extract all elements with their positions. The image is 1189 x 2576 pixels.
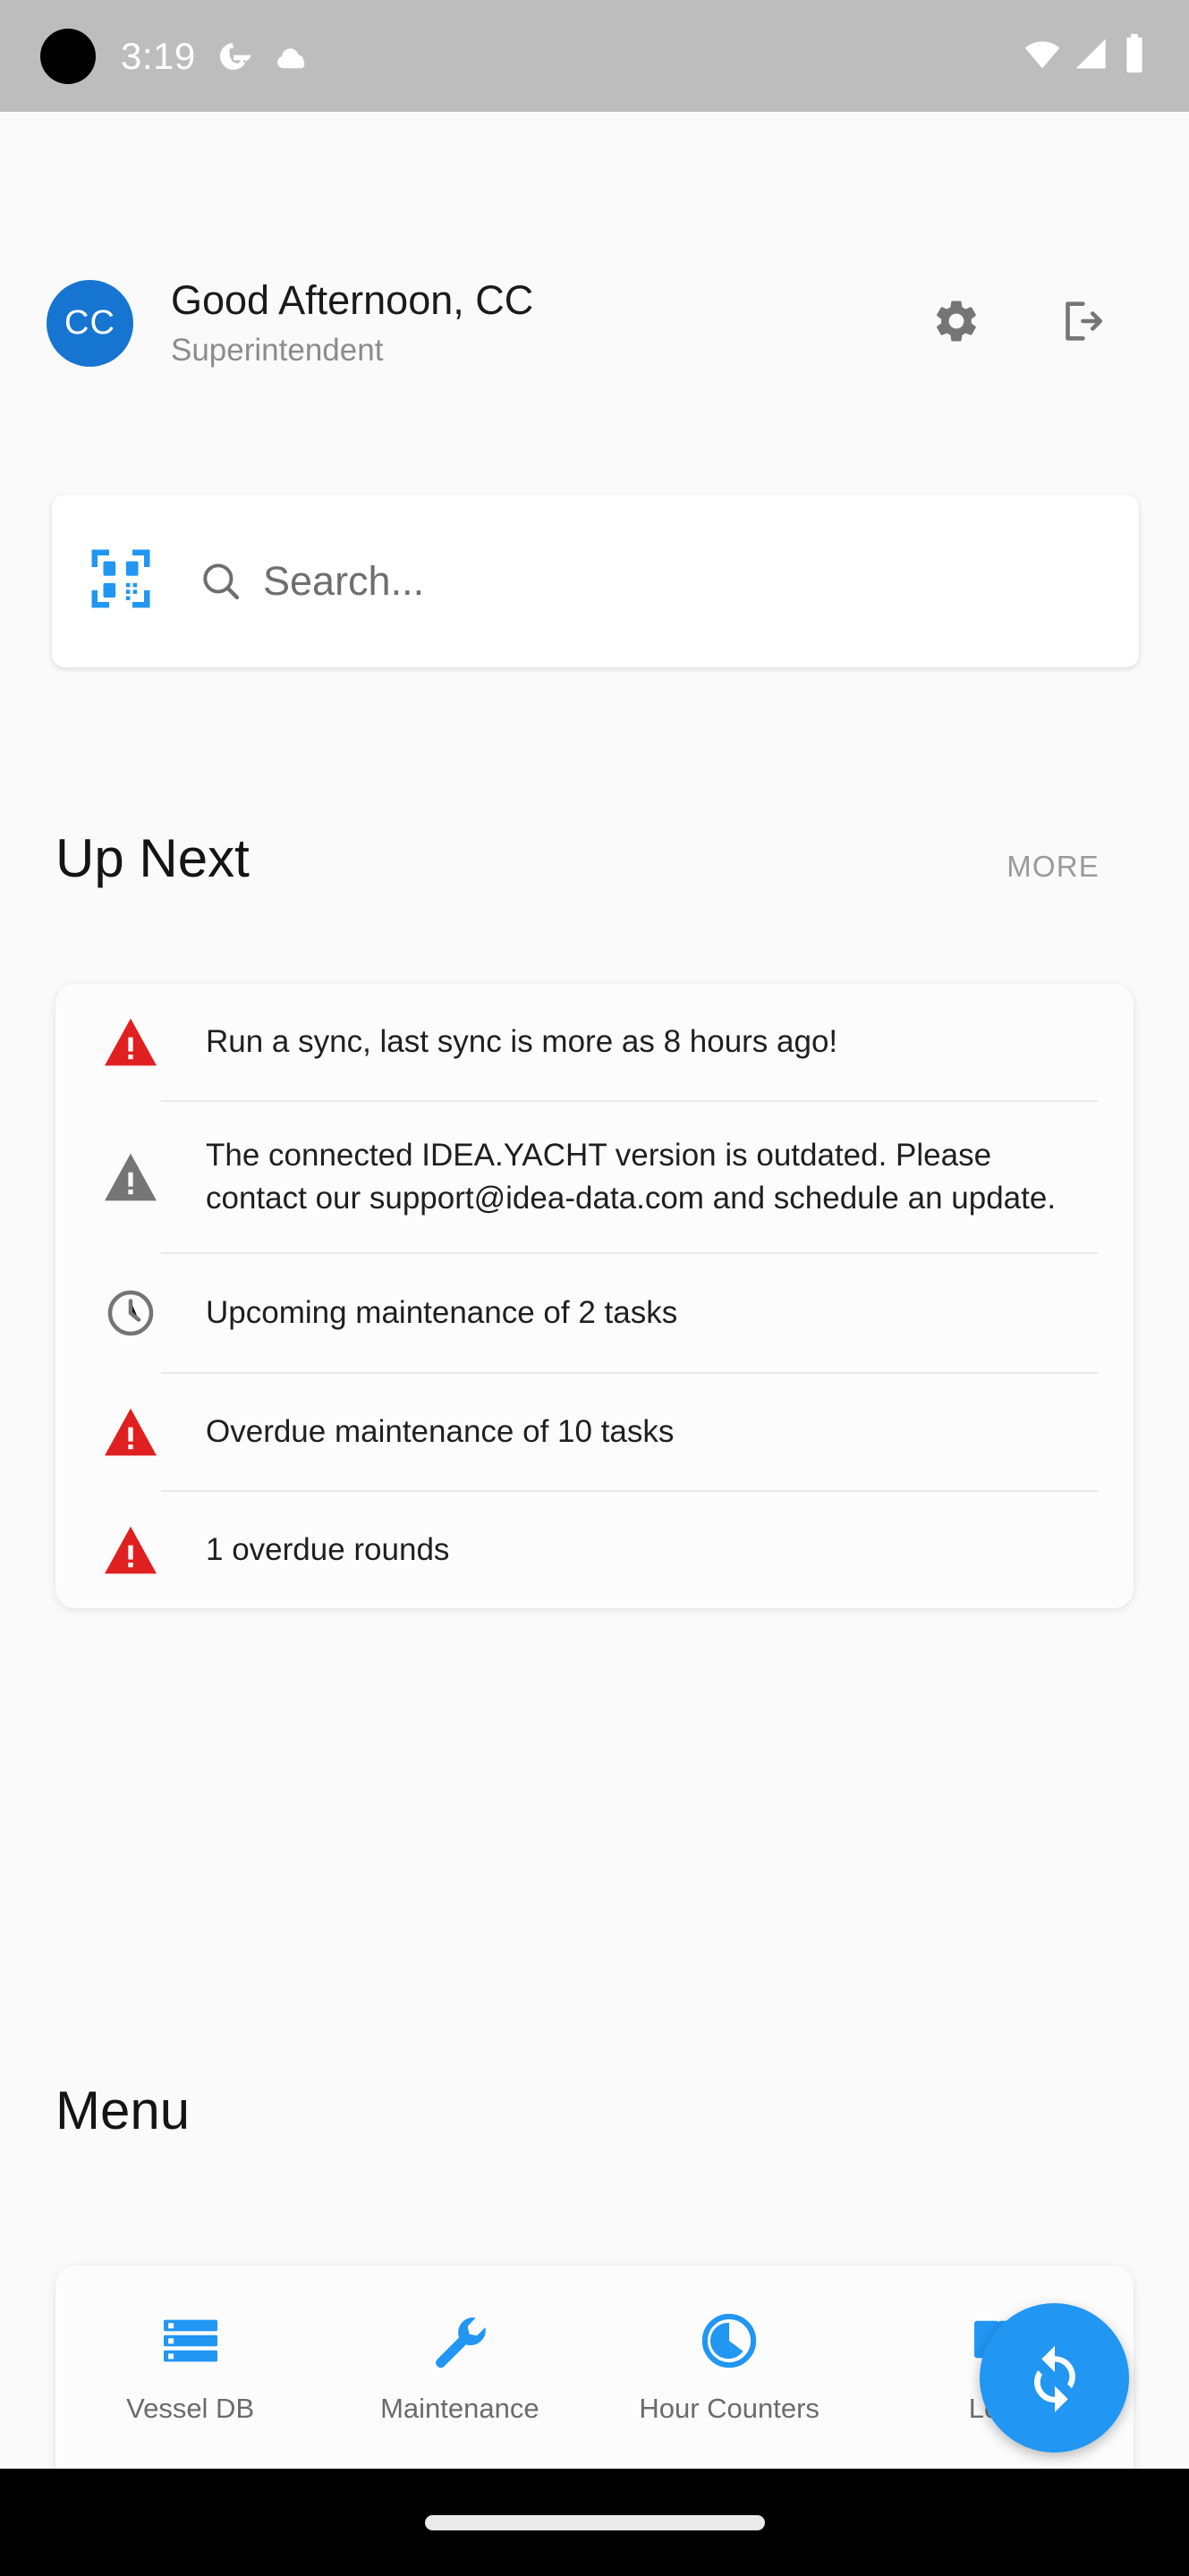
header-actions	[931, 295, 1107, 352]
search-icon	[199, 559, 243, 604]
list-item-text: Overdue maintenance of 10 tasks	[206, 1413, 675, 1449]
warning-triangle-icon	[55, 1406, 206, 1458]
profile-header: CC Good Afternoon, CC Superintendent	[0, 277, 1189, 369]
warning-triangle-icon	[55, 1524, 206, 1576]
up-next-section-header: Up Next MORE	[55, 827, 1134, 889]
status-bar-right-icons	[1023, 33, 1146, 79]
up-next-card: Run a sync, last sync is more as 8 hours…	[55, 984, 1134, 1608]
bottom-navigation: Vessel DB Maintenance Hour Counters	[55, 2266, 1134, 2425]
battery-icon	[1123, 33, 1146, 79]
signal-icon	[1073, 34, 1112, 78]
home-gesture-pill[interactable]	[424, 2514, 765, 2530]
nav-item-maintenance[interactable]: Maintenance	[325, 2309, 594, 2425]
list-item[interactable]: The connected IDEA.YACHT version is outd…	[55, 1102, 1134, 1252]
greeting-text: Good Afternoon, CC	[171, 277, 534, 323]
cloud-icon	[271, 41, 312, 72]
wrench-icon	[428, 2309, 492, 2373]
list-item[interactable]: Upcoming maintenance of 2 tasks	[55, 1254, 1134, 1372]
user-role: Superintendent	[171, 332, 384, 368]
avatar[interactable]: CC	[47, 279, 133, 367]
clock-icon	[55, 1286, 206, 1340]
nav-label: Hour Counters	[639, 2393, 820, 2424]
list-item-text: The connected IDEA.YACHT version is outd…	[206, 1138, 1057, 1216]
status-bar-clock: 3:19	[121, 34, 196, 77]
list-item-text: 1 overdue rounds	[206, 1531, 450, 1567]
nav-item-hour-counters[interactable]: Hour Counters	[595, 2309, 864, 2425]
storage-database-icon	[158, 2309, 223, 2373]
sync-icon	[1017, 2339, 1092, 2417]
camera-cutout	[40, 28, 96, 84]
menu-title: Menu	[55, 2080, 191, 2140]
page-title: Up Next	[55, 828, 250, 888]
menu-section-header: Menu	[55, 2080, 1134, 2141]
list-item-text: Upcoming maintenance of 2 tasks	[206, 1294, 678, 1330]
status-bar: 3:19	[0, 0, 1189, 112]
sync-fab-button[interactable]	[980, 2303, 1129, 2453]
nav-item-vessel-db[interactable]: Vessel DB	[55, 2309, 325, 2425]
wifi-icon	[1023, 34, 1062, 78]
more-link[interactable]: MORE	[1006, 850, 1100, 884]
list-item[interactable]: Overdue maintenance of 10 tasks	[55, 1374, 1134, 1490]
search-input[interactable]	[263, 557, 1105, 605]
gear-icon[interactable]	[931, 296, 981, 351]
qr-code-scanner-icon[interactable]	[86, 544, 156, 618]
list-item-text: Run a sync, last sync is more as 8 hours…	[206, 1024, 838, 1060]
nav-label: Vessel DB	[126, 2393, 255, 2424]
timer-pie-icon	[698, 2309, 760, 2373]
warning-triangle-icon	[55, 1151, 206, 1203]
nav-label: Maintenance	[380, 2393, 539, 2424]
greeting-block: Good Afternoon, CC Superintendent	[171, 277, 931, 369]
list-item[interactable]: 1 overdue rounds	[55, 1492, 1134, 1608]
search-bar[interactable]	[52, 495, 1139, 667]
gesture-navigation-bar	[0, 2469, 1189, 2576]
warning-triangle-icon	[55, 1016, 206, 1068]
list-item[interactable]: Run a sync, last sync is more as 8 hours…	[55, 984, 1134, 1100]
logout-icon[interactable]	[1055, 295, 1107, 352]
google-g-icon	[216, 38, 251, 74]
app-screen: 3:19 CC Good Afternoon, CC Superintenden…	[0, 0, 1189, 2576]
